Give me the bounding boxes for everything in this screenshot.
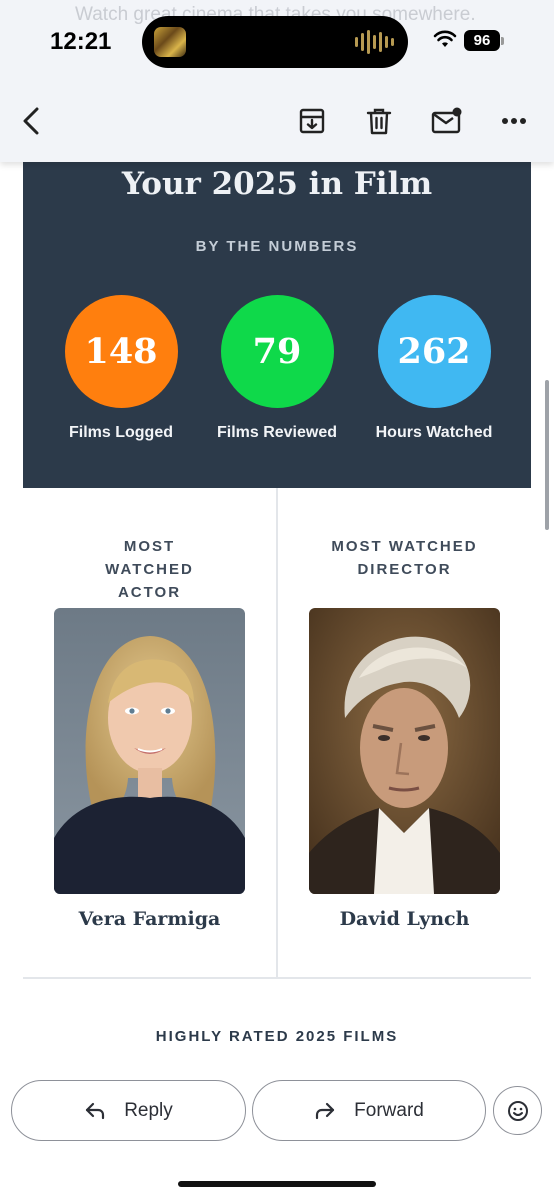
actor-portrait-image xyxy=(54,608,245,894)
director-portrait[interactable] xyxy=(309,608,500,894)
reply-label: Reply xyxy=(124,1099,173,1121)
emoji-reaction-button[interactable] xyxy=(493,1086,542,1135)
status-bar: Watch great cinema that takes you somewh… xyxy=(0,0,554,80)
by-the-numbers-panel: Your 2025 in Film BY THE NUMBERS 148 Fil… xyxy=(23,128,531,488)
stat-hours-watched: 262 Hours Watched xyxy=(354,295,514,442)
stat-circle: 79 xyxy=(220,295,334,408)
archive-icon xyxy=(299,108,325,134)
director-portrait-image xyxy=(309,608,500,894)
section-subtitle: BY THE NUMBERS xyxy=(195,238,359,255)
most-watched-actor: MOST WATCHED ACTOR Vera Farmiga xyxy=(23,488,276,979)
scrollbar[interactable] xyxy=(545,380,549,530)
back-arrow-icon xyxy=(23,107,39,135)
most-watched-director: MOST WATCHED DIRECTOR David Lynch xyxy=(278,488,531,979)
highly-rated-heading: HIGHLY RATED 2025 FILMS xyxy=(155,1028,399,1045)
smiley-icon xyxy=(507,1100,528,1121)
stat-label: Films Reviewed xyxy=(216,424,338,441)
actor-portrait[interactable] xyxy=(54,608,245,894)
mail-unread-icon xyxy=(431,107,462,134)
battery-icon: 96 xyxy=(464,30,500,51)
delete-button[interactable] xyxy=(362,104,396,138)
back-button[interactable] xyxy=(14,104,48,138)
stat-circle: 148 xyxy=(64,295,178,408)
reply-icon xyxy=(86,1102,105,1119)
actor-heading: MOST WATCHED ACTOR xyxy=(105,538,194,601)
wifi-icon xyxy=(433,30,457,47)
stat-label: Hours Watched xyxy=(375,424,493,441)
reply-action-bar: Reply Forward xyxy=(0,1060,554,1200)
stat-label: Films Logged xyxy=(69,424,173,441)
stat-circle: 262 xyxy=(377,295,491,408)
now-playing-artwork xyxy=(154,27,186,57)
home-indicator[interactable] xyxy=(178,1181,376,1187)
email-toolbar xyxy=(0,80,554,162)
email-title: Your 2025 in Film xyxy=(121,166,433,202)
director-heading: MOST WATCHED DIRECTOR xyxy=(331,538,478,578)
actor-name: Vera Farmiga xyxy=(78,908,221,930)
status-time: 12:21 xyxy=(50,28,112,55)
more-icon xyxy=(502,118,526,124)
most-watched-section: MOST WATCHED ACTOR Vera Farmiga MOST WAT… xyxy=(23,488,531,979)
archive-button[interactable] xyxy=(295,104,329,138)
forward-label: Forward xyxy=(354,1099,424,1121)
forward-icon xyxy=(316,1102,335,1119)
audio-waveform-icon xyxy=(355,30,394,54)
reply-button[interactable]: Reply xyxy=(11,1080,246,1141)
battery-nub xyxy=(501,37,504,45)
stat-films-reviewed: 79 Films Reviewed xyxy=(197,295,357,442)
email-content: Your 2025 in Film BY THE NUMBERS 148 Fil… xyxy=(0,0,554,1200)
dynamic-island[interactable] xyxy=(142,16,408,68)
more-options-button[interactable] xyxy=(497,104,531,138)
stat-films-logged: 148 Films Logged xyxy=(41,295,201,442)
forward-button[interactable]: Forward xyxy=(252,1080,486,1141)
mark-unread-button[interactable] xyxy=(430,104,464,138)
trash-icon xyxy=(366,108,392,135)
director-name: David Lynch xyxy=(339,908,470,930)
